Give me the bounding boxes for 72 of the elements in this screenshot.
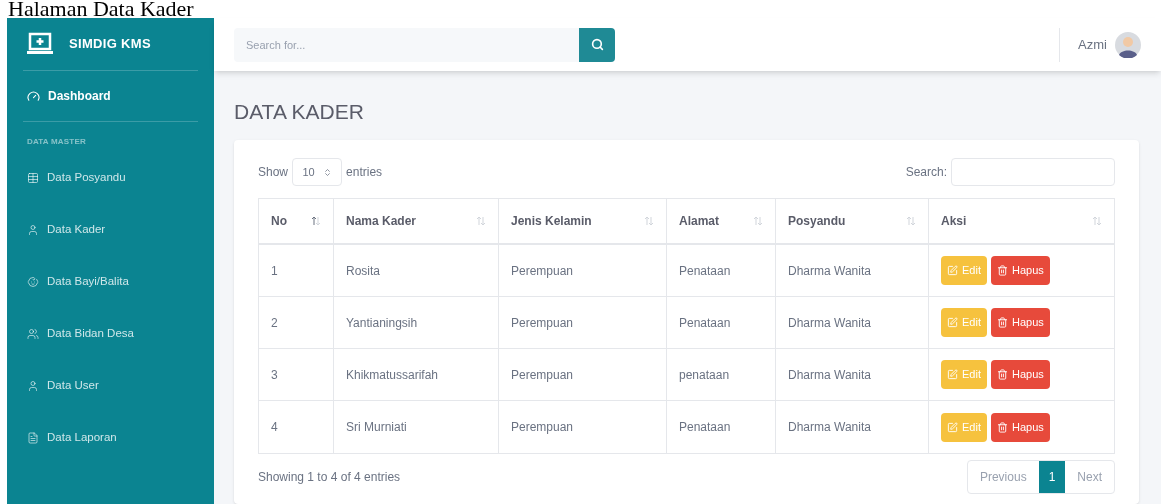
sidebar-item[interactable]: Dashboard — [7, 71, 214, 121]
section-heading: DATA MASTER — [26, 136, 87, 148]
column-header[interactable]: Jenis Kelamin — [499, 199, 667, 243]
table-cell: Dharma Wanita — [776, 349, 929, 400]
table-cell: 2 — [259, 297, 334, 348]
sidebar-item[interactable]: Data Laporan — [7, 412, 214, 464]
menu-icon — [27, 380, 39, 392]
table-cell: 4 — [259, 401, 334, 453]
search-icon — [590, 38, 604, 51]
trash-icon — [996, 317, 1008, 328]
column-header[interactable]: Aksi — [929, 199, 1114, 243]
column-header[interactable]: Nama Kader — [334, 199, 499, 243]
table-search-field[interactable] — [951, 158, 1115, 186]
table-cell: Perempuan — [499, 297, 667, 348]
delete-button[interactable]: Hapus — [990, 412, 1050, 442]
trash-icon — [996, 421, 1008, 433]
table-cell: Penataan — [667, 245, 776, 296]
table-cell: 3 — [259, 349, 334, 400]
search-button[interactable] — [579, 27, 615, 62]
column-header[interactable]: Alamat — [667, 199, 776, 243]
table-cell: Rosita — [334, 245, 499, 296]
table-cell: Dharma Wanita — [776, 245, 929, 296]
trash-icon — [996, 369, 1008, 380]
next-button[interactable]: Next — [1065, 461, 1114, 493]
entries-info: Showing 1 to 4 of 4 entries — [258, 469, 401, 486]
delete-button[interactable]: Hapus — [990, 256, 1050, 285]
table-cell: Penataan — [667, 401, 776, 453]
page-button[interactable]: 1 — [1038, 461, 1066, 493]
table-cell: penataan — [667, 349, 776, 400]
caption: Halaman Data Kader — [7, 0, 195, 18]
sidebar-item[interactable]: Data Posyandu — [7, 152, 214, 204]
table-cell: Sri Murniati — [334, 401, 499, 453]
select-caret-icon — [322, 167, 332, 177]
sidebar-item[interactable]: Data User — [7, 360, 214, 412]
edit-icon — [947, 421, 958, 433]
search-label: Search: — [905, 164, 947, 181]
sidebar-item[interactable]: Data Kader — [7, 204, 214, 256]
table-cell: Penataan — [667, 297, 776, 348]
menu-icon — [27, 224, 39, 236]
sidebar-item[interactable]: Data Bayi/Balita — [7, 256, 214, 308]
table-cell: Yantianingsih — [334, 297, 499, 348]
previous-button[interactable]: Previous — [967, 461, 1039, 493]
edit-icon — [947, 265, 958, 276]
dashboard-icon — [27, 89, 40, 103]
edit-icon — [947, 369, 958, 380]
table-cell: Perempuan — [499, 349, 667, 400]
sidebar-item[interactable]: Data Bidan Desa — [7, 308, 214, 360]
trash-icon — [996, 265, 1008, 276]
menu-icon — [27, 276, 39, 288]
menu-icon — [27, 328, 39, 340]
column-header[interactable]: No — [259, 199, 334, 243]
menu-icon — [27, 432, 39, 444]
table-cell: Perempuan — [499, 245, 667, 296]
column-header[interactable]: Posyandu — [776, 199, 929, 243]
table-cell: 1 — [259, 245, 334, 296]
table-cell: Dharma Wanita — [776, 401, 929, 453]
brand-name: SIMDIG KMS — [69, 35, 151, 54]
delete-button[interactable]: Hapus — [990, 308, 1050, 337]
table-cell: Perempuan — [499, 401, 667, 453]
show-label: Show — [258, 164, 289, 181]
avatar-icon[interactable] — [1115, 31, 1141, 58]
page-size-select[interactable]: 10 — [292, 158, 343, 186]
laptop-plus-icon — [27, 32, 53, 56]
delete-button[interactable]: Hapus — [990, 360, 1050, 389]
user-name[interactable]: Azmi — [1078, 34, 1107, 55]
table-cell: Dharma Wanita — [776, 297, 929, 348]
edit-icon — [947, 317, 958, 328]
table-cell: Khikmatussarifah — [334, 349, 499, 400]
page-title: DATA KADER — [234, 101, 365, 122]
entries-label: entries — [346, 164, 383, 181]
search-field[interactable]: Search for... — [234, 27, 579, 62]
menu-icon — [27, 172, 39, 184]
